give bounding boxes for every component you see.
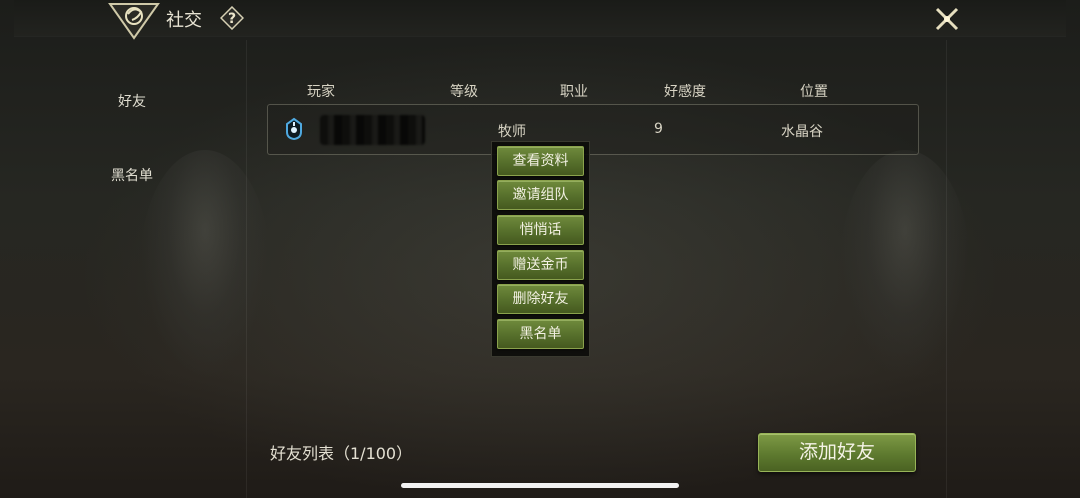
blacklist-button[interactable]: 黑名单 [497, 319, 584, 349]
priest-class-icon [286, 117, 302, 141]
player-affinity: 9 [654, 121, 663, 137]
column-header-location: 位置 [800, 84, 828, 100]
home-indicator[interactable] [401, 483, 679, 488]
delete-friend-button[interactable]: 删除好友 [497, 284, 584, 314]
player-location: 水晶谷 [781, 124, 823, 140]
friend-count-label: 好友列表（1/100） [270, 444, 413, 463]
sidebar-item-friends[interactable]: 好友 [100, 91, 164, 111]
add-friend-button[interactable]: 添加好友 [758, 433, 916, 472]
column-header-class: 职业 [560, 84, 588, 100]
divider-line [946, 40, 947, 498]
column-header-affinity: 好感度 [664, 84, 706, 100]
player-name-redacted [320, 115, 425, 145]
dragon-emblem-icon [108, 3, 160, 40]
whisper-button[interactable]: 悄悄话 [497, 215, 584, 245]
close-icon[interactable] [932, 4, 962, 34]
column-header-level: 等级 [450, 84, 478, 100]
invite-party-button[interactable]: 邀请组队 [497, 180, 584, 210]
table-row[interactable]: 牧师 9 水晶谷 [267, 104, 919, 155]
friend-context-menu: 查看资料 邀请组队 悄悄话 赠送金币 删除好友 黑名单 [491, 141, 590, 357]
column-header-player: 玩家 [307, 84, 335, 100]
question-icon[interactable]: ? [220, 6, 244, 30]
gift-gold-button[interactable]: 赠送金币 [497, 250, 584, 280]
view-profile-button[interactable]: 查看资料 [497, 146, 584, 176]
page-title: 社交 [166, 10, 202, 31]
sidebar-item-blacklist[interactable]: 黑名单 [100, 165, 164, 185]
divider-line [246, 40, 247, 498]
svg-text:?: ? [228, 11, 236, 27]
background-hooded-figure-right [840, 150, 970, 380]
player-class: 牧师 [498, 124, 526, 140]
